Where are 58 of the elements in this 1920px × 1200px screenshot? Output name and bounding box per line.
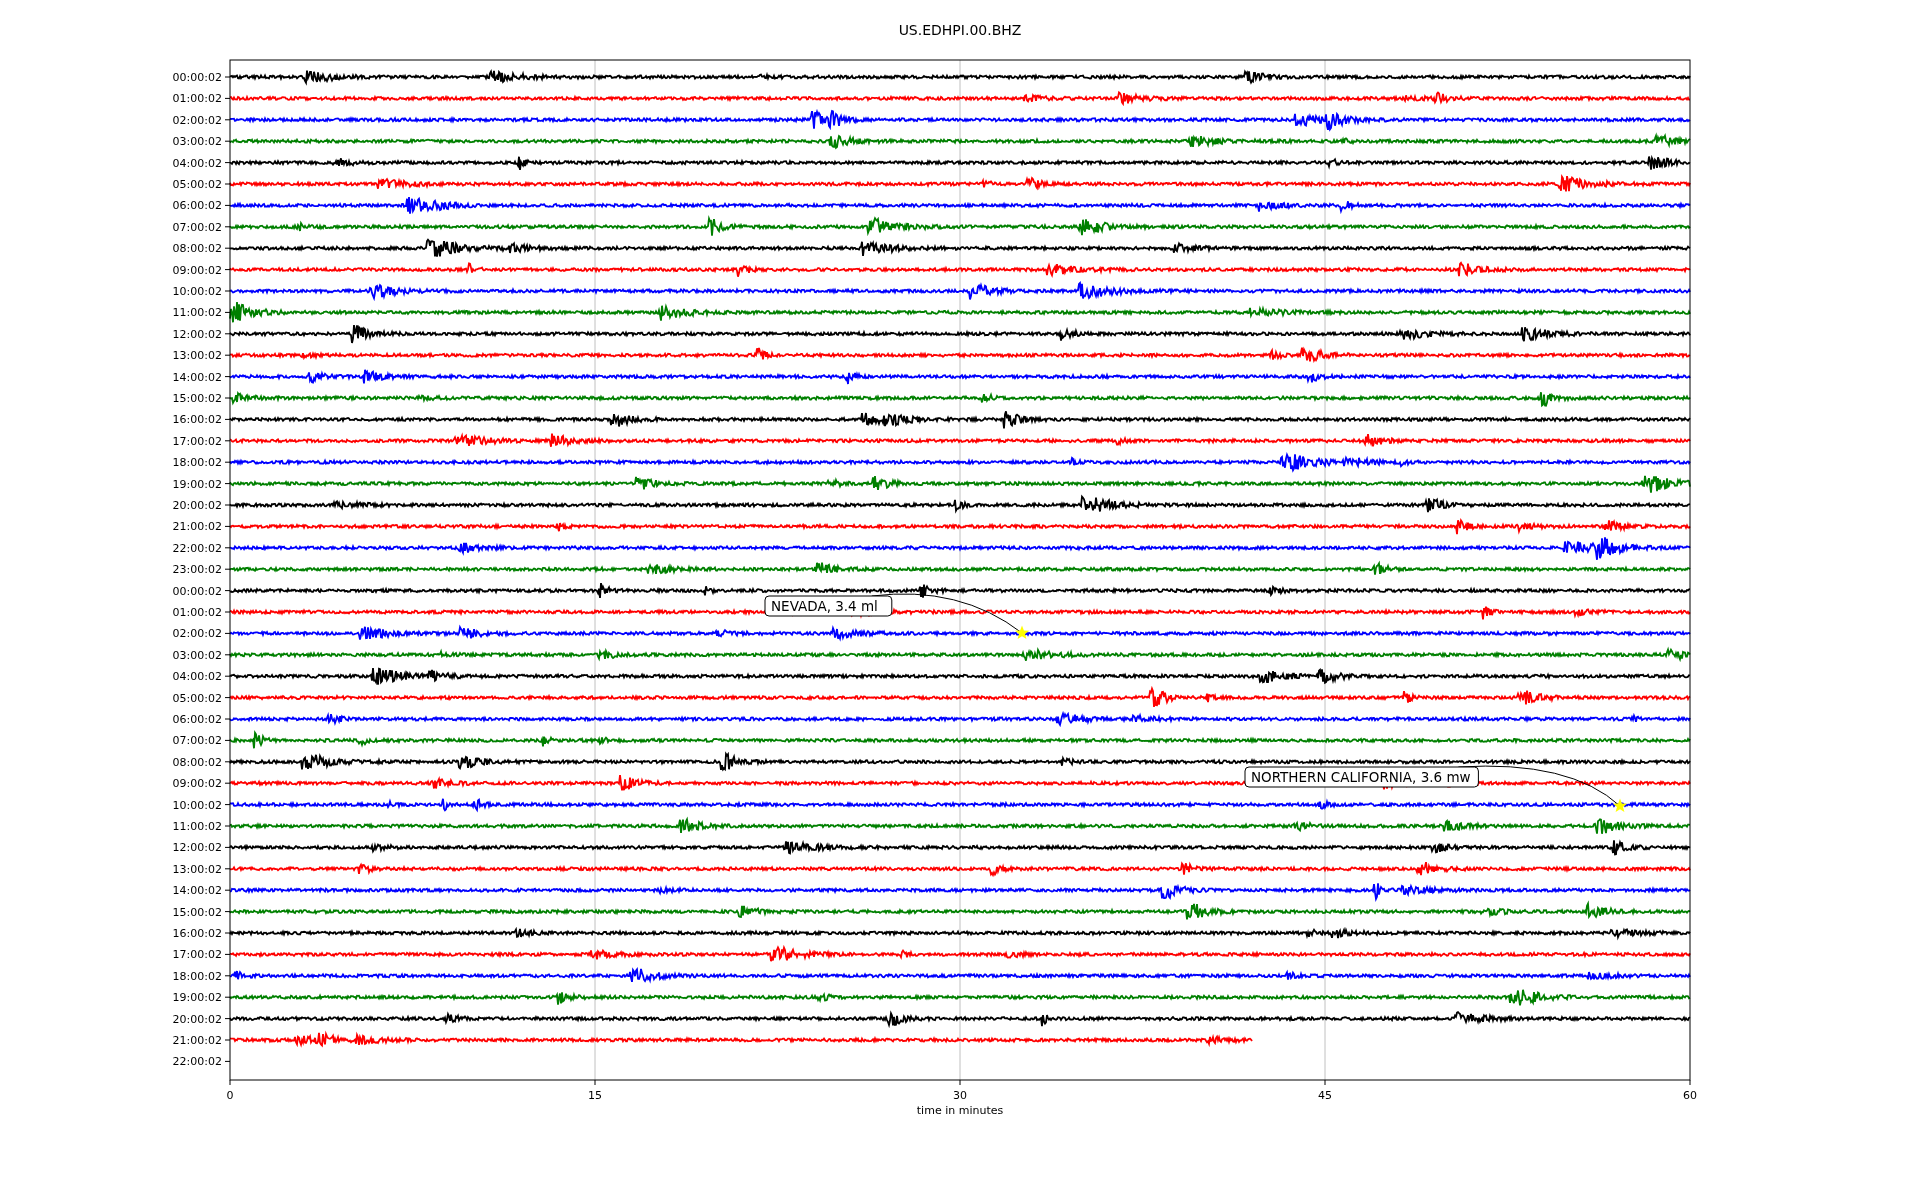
hour-label: 06:00:02	[172, 199, 222, 213]
hour-label: 13:00:02	[172, 349, 222, 363]
x-tick-label: 60	[1683, 1089, 1697, 1102]
star-icon	[1612, 798, 1628, 813]
annotation-label: NEVADA, 3.4 ml	[764, 595, 893, 617]
x-tick-label: 0	[226, 1089, 234, 1102]
hour-label: 15:00:02	[172, 905, 222, 919]
hour-label: 20:00:02	[172, 499, 222, 512]
hour-label: 04:00:02	[172, 156, 222, 170]
hour-label: 07:00:02	[172, 734, 222, 748]
hour-label: 00:00:02	[172, 584, 222, 598]
hour-label: 10:00:02	[172, 285, 222, 298]
x-tick-label: 15	[588, 1089, 602, 1102]
hour-label: 21:00:02	[172, 520, 222, 534]
hour-label: 22:00:02	[172, 541, 222, 555]
hour-label: 11:00:02	[172, 820, 222, 833]
x-tick-label: 30	[953, 1089, 967, 1102]
hour-label: 03:00:02	[172, 648, 222, 662]
hour-label: 17:00:02	[172, 948, 222, 962]
hour-label: 09:00:02	[172, 263, 222, 277]
hour-label: 03:00:02	[172, 135, 222, 149]
hour-label: 16:00:02	[172, 927, 222, 940]
hour-label: 16:00:02	[172, 413, 222, 427]
hour-label: 19:00:02	[172, 991, 222, 1005]
hour-label: 18:00:02	[172, 969, 222, 983]
x-tick-label: 45	[1318, 1089, 1332, 1102]
hour-label: 17:00:02	[172, 434, 222, 448]
star-icon	[1014, 625, 1030, 640]
hour-label: 01:00:02	[172, 606, 222, 619]
hour-label: 11:00:02	[172, 306, 222, 320]
hour-label: 08:00:02	[172, 242, 222, 256]
hour-label: 04:00:02	[172, 670, 222, 684]
hour-label: 19:00:02	[172, 477, 222, 491]
plot-title: US.EDHPI.00.BHZ	[898, 22, 1022, 38]
x-axis-label: time in minutes	[916, 1104, 1004, 1117]
hour-label: 07:00:02	[172, 220, 222, 234]
annotation-label: NORTHERN CALIFORNIA, 3.6 mw	[1244, 766, 1479, 788]
hour-label: 01:00:02	[172, 92, 222, 106]
hour-label: 12:00:02	[172, 327, 222, 341]
hour-label: 21:00:02	[172, 1034, 222, 1047]
hour-label: 22:00:02	[172, 1055, 222, 1069]
hour-label: 15:00:02	[172, 392, 222, 405]
hour-label: 23:00:02	[172, 563, 222, 577]
hour-label: 18:00:02	[172, 456, 222, 470]
hour-label: 14:00:02	[172, 370, 222, 384]
hour-label: 02:00:02	[172, 113, 222, 127]
hour-label: 00:00:02	[172, 71, 222, 84]
hour-label: 14:00:02	[172, 884, 222, 898]
hour-label: 06:00:02	[172, 713, 222, 726]
hour-label: 13:00:02	[172, 862, 222, 876]
hour-label: 02:00:02	[172, 627, 222, 641]
hour-label: 20:00:02	[172, 1012, 222, 1026]
hour-label: 09:00:02	[172, 777, 222, 791]
hour-label: 05:00:02	[172, 691, 222, 705]
hour-label: 12:00:02	[172, 841, 222, 855]
hour-label: 10:00:02	[172, 798, 222, 812]
hour-label: 08:00:02	[172, 755, 222, 769]
hour-label: 05:00:02	[172, 178, 222, 191]
